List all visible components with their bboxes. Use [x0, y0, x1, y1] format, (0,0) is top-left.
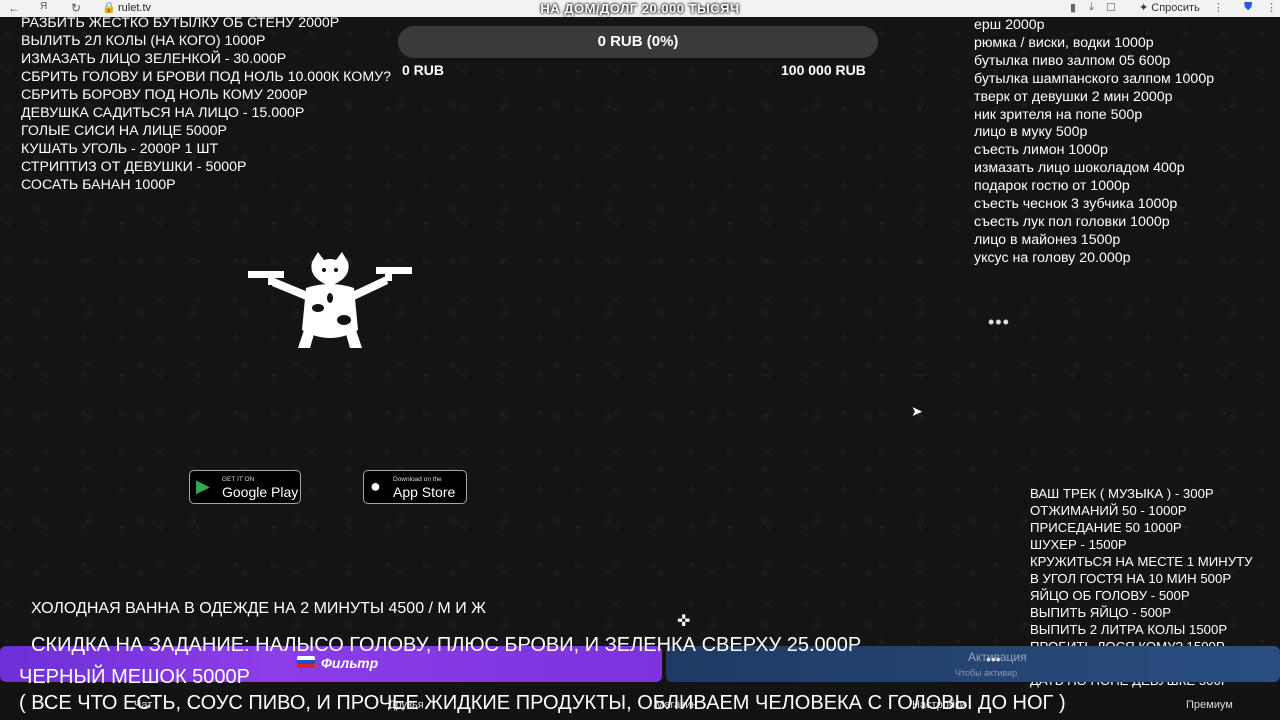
- cold-bath-text: ХОЛОДНАЯ ВАННА В ОДЕЖДЕ НА 2 МИНУТЫ 4500…: [31, 600, 486, 617]
- more-options-icon[interactable]: •••: [988, 312, 1010, 333]
- apple-icon: ●: [370, 476, 381, 496]
- right-bottom-list-item: ОТЖИМАНИЙ 50 - 1000Р: [1030, 503, 1187, 518]
- progress-min-label: 0 RUB: [402, 62, 445, 78]
- right-list-item: бутылка пиво залпом 05 600р: [974, 52, 1171, 69]
- left-list-item: КУШАТЬ УГОЛЬ - 2000Р 1 ШТ: [21, 141, 219, 157]
- right-list-item: лицо в муку 500р: [974, 124, 1088, 141]
- app-store-button[interactable]: ● Download on the App Store: [363, 470, 467, 504]
- app-store-small-label: Download on the: [393, 476, 442, 483]
- right-list-item: лицо в майонез 1500р: [974, 231, 1121, 248]
- right-bottom-list-item: ШУХЕР - 1500Р: [1030, 537, 1127, 552]
- mouse-cursor-icon: ➤: [911, 403, 923, 419]
- filter-button[interactable]: Фильтр: [297, 655, 378, 671]
- everything-text: ( ВСЕ ЧТО ЕСТЬ, СОУС ПИВО, И ПРОЧЕЕ ЖИДК…: [19, 692, 1066, 714]
- right-list-item: съесть лимон 1000р: [974, 142, 1108, 159]
- right-bottom-list-item: ВАШ ТРЕК ( МУЗЫКА ) - 300Р: [1030, 486, 1214, 501]
- right-list-item: подарок гостю от 1000р: [974, 178, 1130, 195]
- google-play-small-label: GET IT ON: [222, 476, 255, 483]
- left-list-item: ВЫЛИТЬ 2Л КОЛЫ (НА КОГО) 1000Р: [21, 33, 266, 49]
- move-cross-icon: ✜: [677, 613, 691, 630]
- right-list-item: рюмка / виски, водки 1000р: [974, 34, 1154, 51]
- left-list-item: ИЗМАЗАТЬ ЛИЦО ЗЕЛЕНКОЙ - 30.000Р: [21, 51, 287, 67]
- right-list-item: уксус на голову 20.000р: [974, 249, 1131, 266]
- right-list-item: измазать лицо шоколадом 400р: [974, 160, 1185, 177]
- right-bottom-list-item: ЯЙЦО ОБ ГОЛОВУ - 500Р: [1030, 588, 1190, 603]
- right-bottom-list-item: ВЫПИТЬ 2 ЛИТРА КОЛЫ 1500Р: [1030, 622, 1228, 637]
- right-list-item: тверк от девушки 2 мин 2000р: [974, 88, 1173, 105]
- right-list-item: ерш 2000р: [974, 17, 1045, 33]
- app-store-label: App Store: [393, 484, 456, 500]
- right-list-item: ник зрителя на попе 500р: [974, 106, 1143, 123]
- left-list-item: СТРИПТИЗ ОТ ДЕВУШКИ - 5000Р: [21, 159, 247, 175]
- right-list-item: бутылка шампанского залпом 1000р: [974, 70, 1215, 87]
- progress-label: 0 RUB (0%): [597, 33, 679, 50]
- windows-activation-subtext: Чтобы активир: [955, 668, 1018, 678]
- google-play-label: Google Play: [222, 484, 299, 500]
- black-bag-text: ЧЕРНЫЙ МЕШОК 5000Р: [19, 666, 251, 688]
- right-bottom-list-item: ПРИСЕДАНИЕ 50 1000Р: [1030, 520, 1182, 535]
- progress-max-label: 100 000 RUB: [781, 62, 866, 78]
- discount-text: СКИДКА НА ЗАДАНИЕ: НАЛЫСО ГОЛОВУ, ПЛЮС Б…: [31, 634, 862, 656]
- left-list-item: СБРИТЬ БОРОВУ ПОД НОЛЬ КОМУ 2000Р: [21, 87, 308, 103]
- right-bottom-list-item: В УГОЛ ГОСТЯ НА 10 МИН 500Р: [1030, 571, 1232, 586]
- left-list-item: ДЕВУШКА САДИТЬСЯ НА ЛИЦО - 15.000Р: [21, 105, 305, 121]
- panel-more-icon[interactable]: •••: [986, 651, 1001, 667]
- right-list-item: съесть чеснок 3 зубчика 1000р: [974, 196, 1178, 213]
- cat-with-guns-logo: [248, 252, 412, 348]
- left-list-item: СОСАТЬ БАНАН 1000Р: [21, 177, 176, 193]
- filter-label: Фильтр: [321, 655, 379, 671]
- google-play-icon: ▶: [196, 476, 210, 496]
- right-bottom-list-item: КРУЖИТЬСЯ НА МЕСТЕ 1 МИНУТУ: [1030, 554, 1253, 569]
- right-list-item: съесть лук пол головки 1000р: [974, 213, 1170, 230]
- google-play-button[interactable]: ▶ GET IT ON Google Play: [189, 470, 301, 504]
- right-price-list: ерш 2000р рюмка / виски, водки 1000р бутыл…: [974, 17, 1214, 268]
- left-list-item: СБРИТЬ ГОЛОВУ И БРОВИ ПОД НОЛЬ 10.000К К…: [21, 69, 392, 85]
- left-list-item: РАЗБИТЬ ЖЕСТКО БУТЫЛКУ ОБ СТЕНУ 2000Р: [21, 15, 340, 31]
- donation-progress-bar: 0 RUB (0%): [398, 26, 878, 58]
- nav-premium[interactable]: Премиум: [1186, 699, 1233, 711]
- left-task-list: РАЗБИТЬ ЖЕСТКО БУТЫЛКУ ОБ СТЕНУ 2000Р ВЫЛ…: [21, 14, 391, 194]
- left-list-item: ГОЛЫЕ СИСИ НА ЛИЦЕ 5000Р: [21, 123, 227, 139]
- right-bottom-list-item: ВЫПИТЬ ЯЙЦО - 500Р: [1030, 605, 1172, 620]
